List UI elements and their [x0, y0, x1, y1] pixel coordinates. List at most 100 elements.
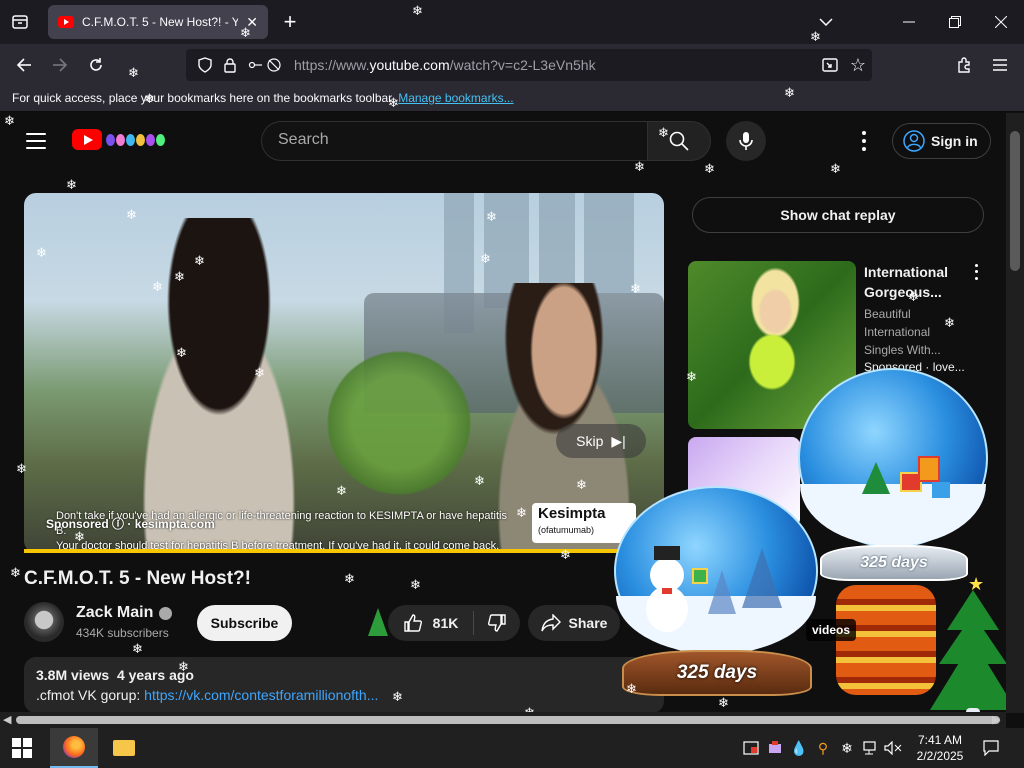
channel-name-row[interactable]: Zack Main: [76, 604, 173, 622]
restore-window-icon[interactable]: [941, 8, 969, 36]
snowflake-icon: ❄: [830, 161, 841, 176]
active-tab[interactable]: C.F.M.O.T. 5 - New Host?! - YouTube ✕: [48, 5, 268, 39]
ad-brand-logo[interactable]: Kesimpta (ofatumumab): [532, 503, 636, 543]
snowflake-icon: ❄: [152, 279, 163, 294]
globe-counter-left: 325 days: [622, 650, 812, 696]
tray-app-icon[interactable]: [742, 738, 760, 758]
video-description[interactable]: 3.8M views 4 years ago .cfmot VK gorup: …: [24, 657, 664, 713]
shield-icon[interactable]: [198, 57, 212, 73]
microphone-icon: [739, 132, 753, 150]
youtube-play-icon: [72, 129, 102, 150]
vertical-scrollbar[interactable]: [1006, 113, 1024, 713]
guide-menu-icon[interactable]: [26, 133, 46, 149]
description-text: .cfmot VK gorup: https://vk.com/contestf…: [36, 687, 379, 703]
horizontal-scrollbar[interactable]: ◀ ▶: [0, 712, 1006, 728]
close-window-icon[interactable]: [987, 8, 1015, 36]
settings-more-icon[interactable]: [852, 131, 876, 151]
verified-check-icon: [159, 606, 173, 620]
info-icon[interactable]: ⓘ: [112, 517, 124, 531]
snowflake-icon: ❄: [630, 281, 641, 296]
skip-ad-button[interactable]: Skip ▶|: [556, 424, 646, 458]
url-text[interactable]: https://www.youtube.com/watch?v=c2-L3eVn…: [294, 57, 596, 73]
new-tab-button[interactable]: +: [276, 8, 304, 36]
tray-snowflake-icon[interactable]: ❄: [838, 738, 856, 758]
notification-center-icon[interactable]: [982, 738, 1000, 758]
tray-search-icon[interactable]: ⚲: [814, 738, 832, 758]
sign-in-button[interactable]: Sign in: [892, 123, 991, 159]
christmas-tree-decoration: ★: [930, 574, 1016, 716]
snowflake-icon: ❄: [74, 529, 85, 544]
dislike-button[interactable]: [474, 613, 520, 633]
browser-nav-bar: https://www.youtube.com/watch?v=c2-L3eVn…: [0, 44, 1024, 86]
search-button[interactable]: [647, 121, 711, 161]
tray-droplet-icon[interactable]: 💧: [790, 738, 808, 758]
like-button[interactable]: 81K: [388, 611, 474, 635]
snowflake-icon: ❄: [178, 659, 189, 674]
browser-tab-bar: C.F.M.O.T. 5 - New Host?! - YouTube ✕ +: [0, 0, 1024, 44]
snowflake-icon: ❄: [658, 125, 669, 140]
channel-avatar[interactable]: [24, 602, 64, 642]
clock-date: 2/2/2025: [916, 749, 964, 763]
firefox-taskbar-button[interactable]: [50, 728, 98, 768]
like-count: 81K: [432, 615, 459, 631]
snowflake-icon: ❄: [634, 159, 645, 174]
snowflake-icon: ❄: [10, 565, 21, 580]
small-tree-decoration: [368, 608, 388, 636]
snowflake-icon: ❄: [240, 25, 251, 40]
video-player[interactable]: [24, 193, 664, 553]
app-menu-icon[interactable]: [986, 51, 1014, 79]
snowflake-icon: ❄: [174, 269, 185, 284]
snowflake-icon: ❄: [16, 461, 27, 476]
show-chat-replay-button[interactable]: Show chat replay: [692, 197, 984, 233]
snowflake-icon: ❄: [412, 3, 423, 18]
lock-icon[interactable]: [224, 57, 236, 73]
file-explorer-taskbar-button[interactable]: [104, 728, 144, 768]
network-icon[interactable]: [862, 738, 880, 758]
channel-name[interactable]: Zack Main: [76, 604, 153, 622]
snowflake-icon: ❄: [4, 113, 15, 128]
windows-start-icon[interactable]: [12, 738, 32, 758]
extensions-icon[interactable]: [950, 51, 978, 79]
scrollbar-thumb[interactable]: [1010, 131, 1020, 271]
voice-search-button[interactable]: [726, 121, 766, 161]
subscribe-button[interactable]: Subscribe: [197, 605, 292, 641]
ad-advertiser-link[interactable]: kesimpta.com: [135, 517, 215, 531]
scroll-left-icon[interactable]: ◀: [3, 713, 11, 726]
reader-view-icon[interactable]: [816, 51, 844, 79]
forward-arrow-icon[interactable]: [46, 51, 74, 79]
vk-link[interactable]: https://vk.com/contestforamillionofth...: [144, 687, 378, 703]
manage-bookmarks-link[interactable]: Manage bookmarks...: [398, 91, 513, 105]
scrollbar-thumb[interactable]: [16, 716, 1000, 724]
sidebar-ad-more-icon[interactable]: [968, 262, 984, 282]
tray-app-icon[interactable]: [766, 738, 784, 758]
skip-label: Skip: [576, 433, 604, 449]
snowflake-icon: ❄: [480, 251, 491, 266]
youtube-favicon-icon: [58, 16, 74, 28]
view-stats: 3.8M views 4 years ago: [36, 667, 194, 683]
scroll-right-icon[interactable]: ▶: [992, 713, 1000, 726]
account-icon: [903, 130, 925, 152]
share-button[interactable]: Share: [528, 605, 620, 641]
minimize-window-icon[interactable]: [895, 8, 923, 36]
system-clock[interactable]: 7:41 AM 2/2/2025: [910, 732, 970, 764]
snowflake-icon: ❄: [516, 505, 527, 520]
firefox-icon: [63, 736, 85, 758]
permissions-icon[interactable]: [248, 57, 282, 73]
back-arrow-icon[interactable]: [10, 51, 38, 79]
youtube-logo[interactable]: [72, 129, 165, 150]
snowflake-icon: ❄: [66, 177, 77, 192]
url-bar[interactable]: https://www.youtube.com/watch?v=c2-L3eVn…: [186, 49, 872, 81]
volume-muted-icon[interactable]: [884, 738, 902, 758]
snowflake-icon: ❄: [194, 253, 205, 268]
reload-icon[interactable]: [82, 51, 110, 79]
bookmark-star-icon[interactable]: ☆: [844, 51, 872, 79]
snowflake-icon: ❄: [718, 695, 729, 710]
sidebar-ad-description: Beautiful International Singles With...: [864, 307, 941, 357]
firefox-view-icon[interactable]: [6, 8, 34, 36]
snowflake-icon: ❄: [392, 689, 403, 704]
snowflake-icon: ❄: [388, 95, 399, 110]
search-input[interactable]: Search: [261, 121, 647, 161]
youtube-header: Search Sign in: [0, 113, 1006, 169]
snowflake-icon: ❄: [336, 483, 347, 498]
video-title: C.F.M.O.T. 5 - New Host?!: [24, 568, 251, 589]
